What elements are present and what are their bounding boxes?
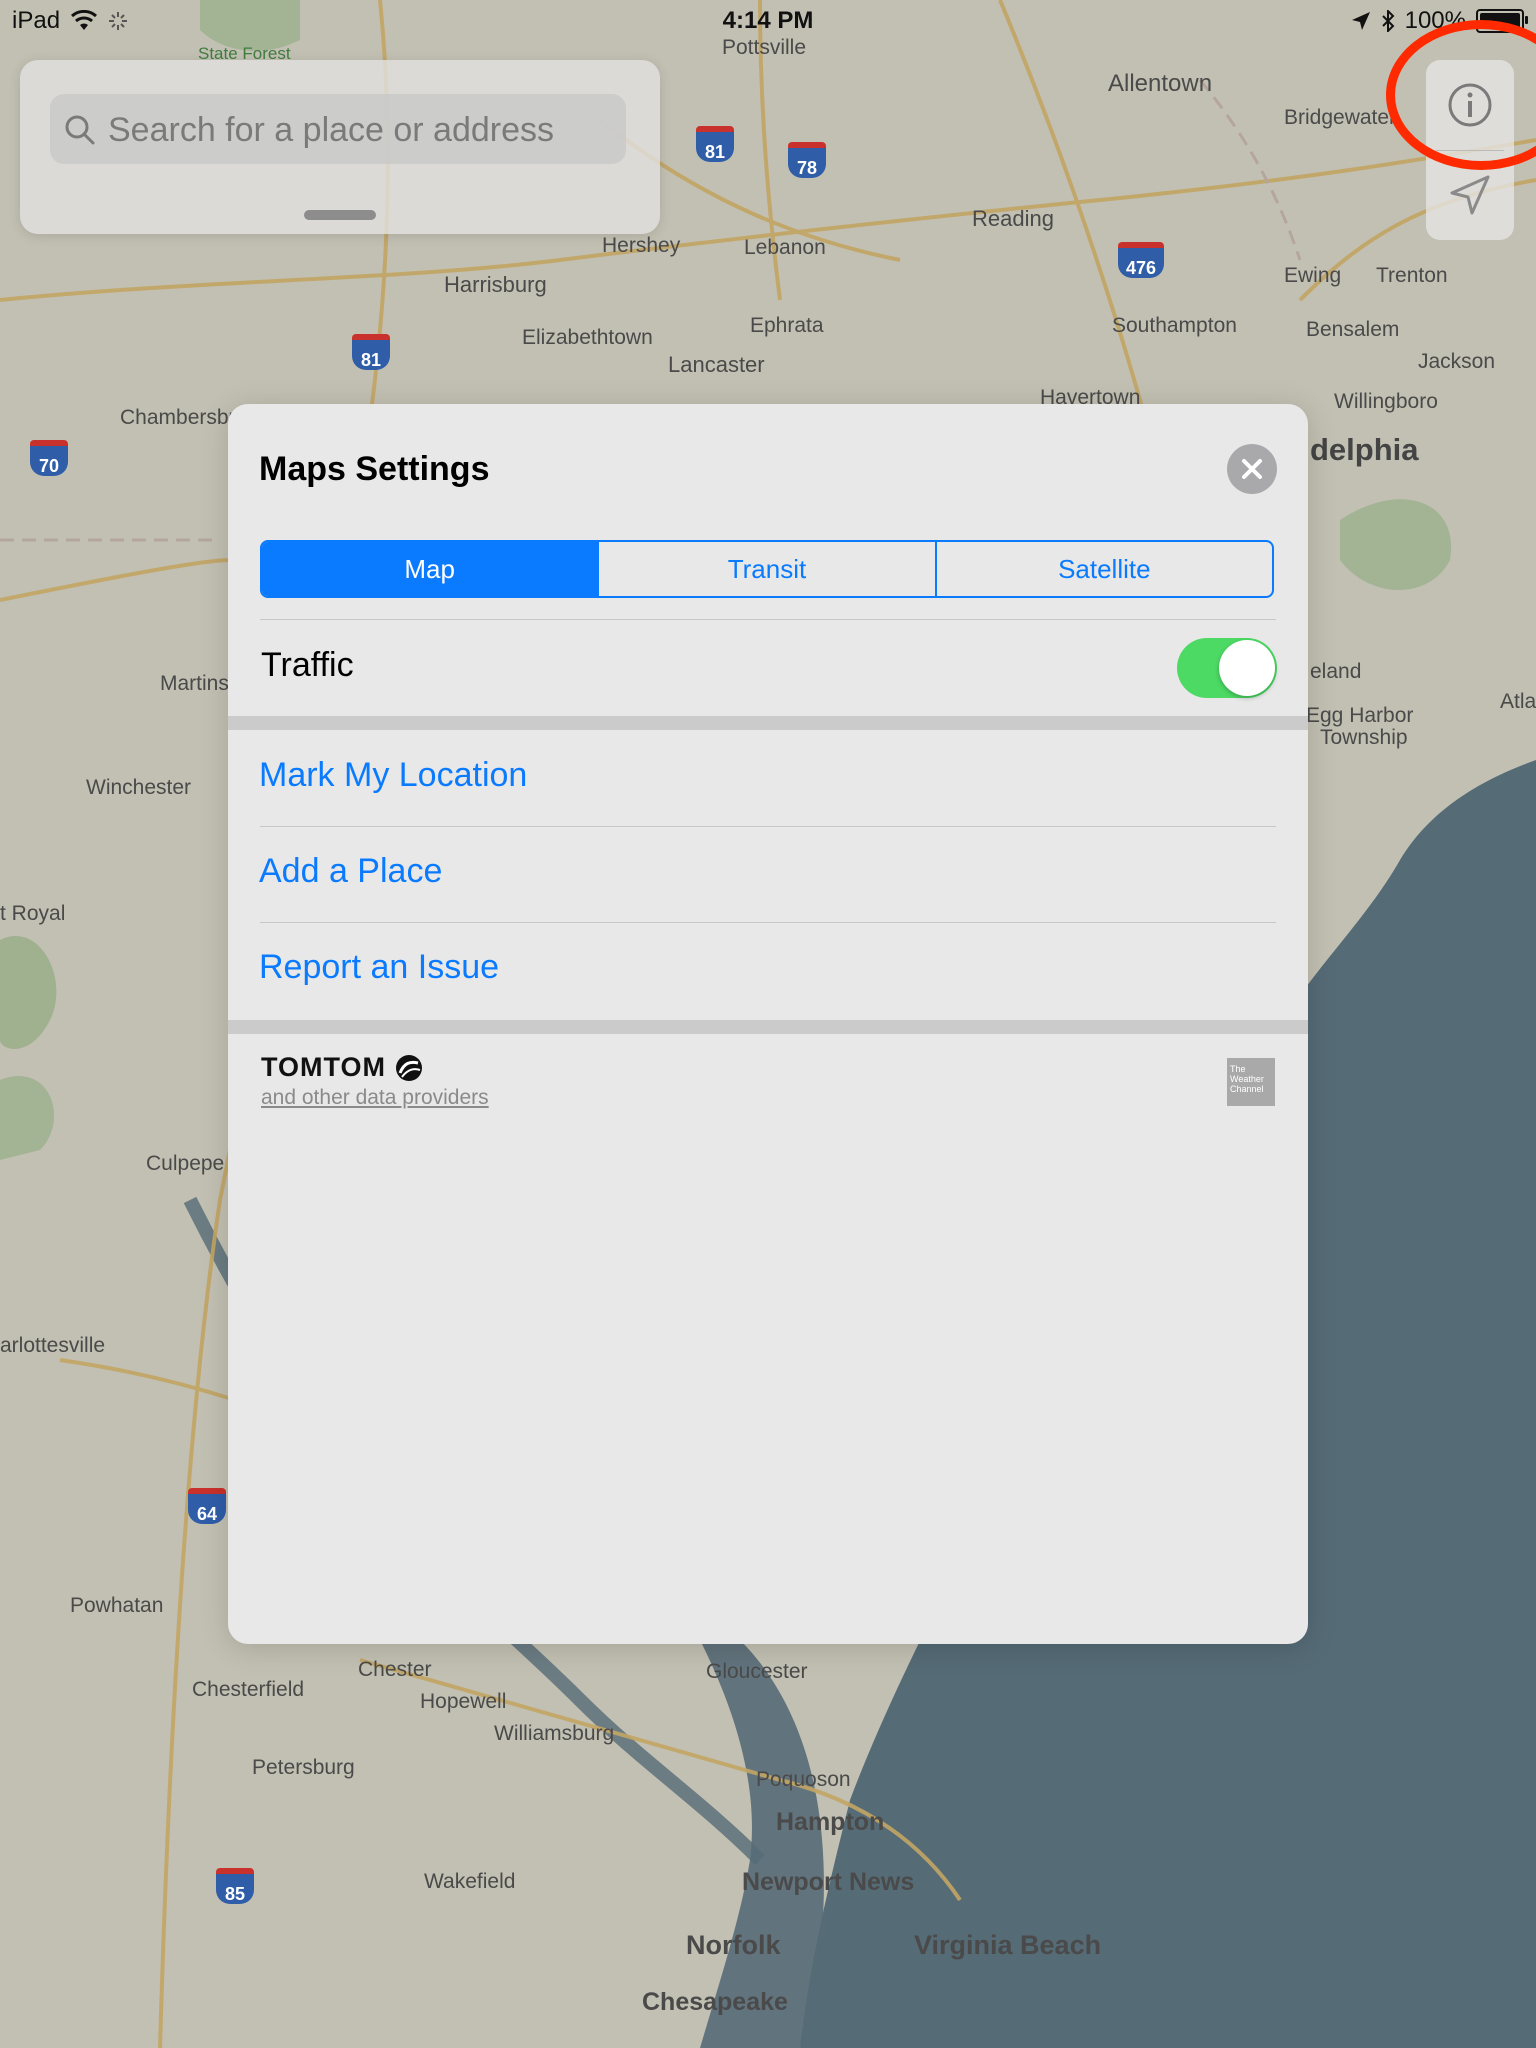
interstate-shield: 85 xyxy=(216,1868,254,1904)
map-label: Ephrata xyxy=(750,314,824,337)
map-label: Hershey xyxy=(602,234,681,257)
bluetooth-icon xyxy=(1381,10,1395,32)
tomtom-wordmark: TOMTOM xyxy=(261,1052,386,1082)
map-label: Petersburg xyxy=(252,1756,355,1779)
interstate-shield: 78 xyxy=(788,142,826,178)
maps-settings-sheet: Maps Settings Map Transit Satellite Traf… xyxy=(228,404,1308,1644)
map-label: t Royal xyxy=(0,902,66,925)
weather-channel-logo: The Weather Channel xyxy=(1227,1058,1275,1106)
map-label: Poquoson xyxy=(756,1768,851,1791)
map-label: Wakefield xyxy=(424,1870,516,1893)
interstate-shield: 81 xyxy=(696,126,734,162)
map-label: Chester xyxy=(358,1658,432,1681)
toggle-knob xyxy=(1219,640,1275,696)
map-label: Willingboro xyxy=(1334,390,1438,413)
segment-map[interactable]: Map xyxy=(262,542,598,596)
interstate-shield: 64 xyxy=(188,1488,226,1524)
traffic-label: Traffic xyxy=(261,646,354,684)
map-label: arlottesville xyxy=(0,1334,106,1357)
map-label: Trenton xyxy=(1376,264,1448,287)
map-label: Newport News xyxy=(742,1868,915,1896)
report-an-issue-button[interactable]: Report an Issue xyxy=(259,948,499,987)
map-label: Martins xyxy=(160,672,229,695)
divider xyxy=(260,922,1276,923)
divider xyxy=(260,826,1276,827)
map-label: Winchester xyxy=(86,776,192,799)
map-label: Reading xyxy=(972,206,1054,231)
tomtom-logo: TOMTOM xyxy=(261,1052,426,1083)
map-label: Norfolk xyxy=(686,1930,781,1960)
map-label: Hopewell xyxy=(420,1690,507,1713)
map-label: Ewing xyxy=(1284,264,1342,287)
segment-satellite[interactable]: Satellite xyxy=(934,542,1272,596)
add-a-place-button[interactable]: Add a Place xyxy=(259,852,442,891)
map-label: Elizabethtown xyxy=(522,326,653,349)
status-time: 4:14 PM xyxy=(722,7,814,34)
map-type-segmented-control: Map Transit Satellite xyxy=(260,540,1274,598)
map-label: Township xyxy=(1320,726,1408,749)
card-grabber-handle[interactable] xyxy=(304,210,376,220)
location-arrow-icon xyxy=(1450,175,1490,215)
search-icon xyxy=(65,115,95,145)
map-label: Chesterfield xyxy=(192,1678,305,1701)
close-button[interactable] xyxy=(1227,444,1277,494)
map-label: Allentown xyxy=(1108,70,1213,97)
status-bar: iPad 4:14 PM 100% xyxy=(0,0,1536,40)
divider xyxy=(260,619,1276,620)
map-label: Powhatan xyxy=(70,1594,164,1617)
map-label: Bensalem xyxy=(1306,318,1400,341)
map-label: Egg Harbor xyxy=(1306,704,1414,727)
map-label: Virginia Beach xyxy=(914,1930,1102,1960)
sheet-title: Maps Settings xyxy=(259,450,490,488)
map-label: Harrisburg xyxy=(444,272,547,297)
interstate-shield: 476 xyxy=(1118,242,1164,278)
search-card[interactable] xyxy=(20,60,660,234)
tomtom-hands-icon xyxy=(396,1054,422,1081)
data-providers-link[interactable]: and other data providers xyxy=(261,1086,489,1110)
close-icon xyxy=(1242,459,1262,479)
search-input[interactable] xyxy=(106,94,610,166)
interstate-shield: 70 xyxy=(30,440,68,476)
map-label: Hampton xyxy=(776,1808,885,1836)
traffic-toggle[interactable] xyxy=(1177,638,1277,698)
map-label: eland xyxy=(1310,660,1362,683)
map-label: Jackson xyxy=(1418,350,1496,373)
map-label: Lebanon xyxy=(744,236,826,259)
map-label: Southampton xyxy=(1112,314,1237,337)
search-box[interactable] xyxy=(50,94,626,166)
segment-transit[interactable]: Transit xyxy=(597,542,934,596)
mark-my-location-button[interactable]: Mark My Location xyxy=(259,756,527,795)
map-label: Chesapeake xyxy=(642,1988,788,2016)
interstate-shield: 81 xyxy=(352,334,390,370)
map-label: Culpepe xyxy=(146,1152,225,1175)
section-separator xyxy=(228,1020,1308,1034)
map-label: Lancaster xyxy=(668,352,765,377)
location-services-icon xyxy=(1351,12,1370,30)
map-label: Bridgewater xyxy=(1284,106,1397,129)
map-label: delphia xyxy=(1310,432,1419,467)
map-label: Atla xyxy=(1500,690,1536,713)
section-separator xyxy=(228,716,1308,730)
map-label: Gloucester xyxy=(706,1660,808,1683)
map-label: Williamsburg xyxy=(494,1722,615,1745)
